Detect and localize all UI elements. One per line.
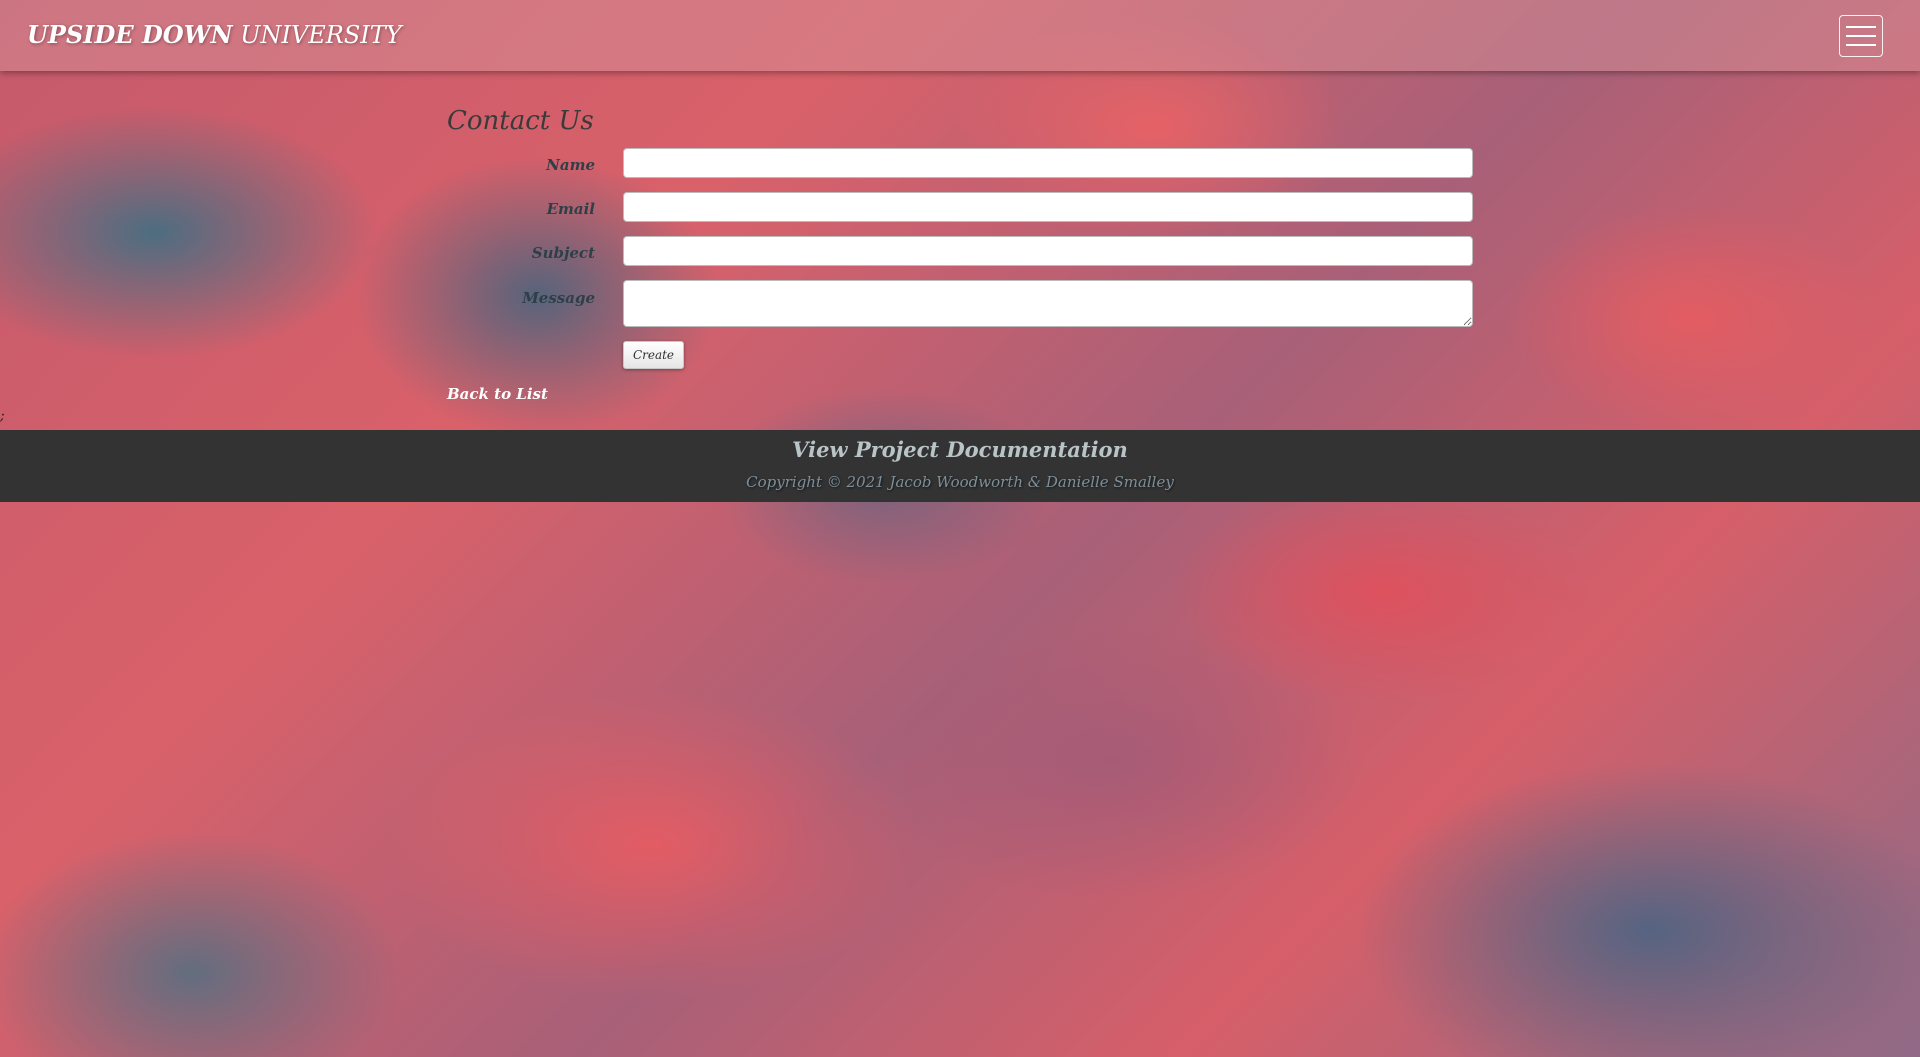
email-input[interactable] [623,192,1473,222]
name-input[interactable] [623,148,1473,178]
hamburger-menu-icon-line [1846,35,1876,37]
hamburger-menu-icon-line [1846,26,1876,28]
project-documentation-link[interactable]: View Project Documentation [0,437,1920,462]
subject-input[interactable] [623,236,1473,266]
brand-logo[interactable]: UPSIDE DOWN UNIVERSITY [27,20,402,49]
top-navbar: UPSIDE DOWN UNIVERSITY [0,0,1920,71]
footer: View Project Documentation Copyright © 2… [0,430,1920,502]
brand-text: UNIVERSITY [240,21,402,49]
brand-bold-text: UPSIDE DOWN [27,20,233,49]
message-label: Message [522,289,595,307]
email-label: Email [546,200,595,218]
back-to-list-link[interactable]: Back to List [447,385,548,403]
message-textarea[interactable] [623,280,1473,327]
name-label: Name [546,156,595,174]
hamburger-menu-icon-line [1846,44,1876,46]
create-button[interactable]: Create [623,341,684,369]
page-title: Contact Us [447,106,594,136]
stray-text: ; [0,408,5,424]
copyright-text: Copyright © 2021 Jacob Woodworth & Danie… [746,473,1174,491]
subject-label: Subject [531,244,595,262]
hamburger-menu-button[interactable] [1839,15,1883,57]
